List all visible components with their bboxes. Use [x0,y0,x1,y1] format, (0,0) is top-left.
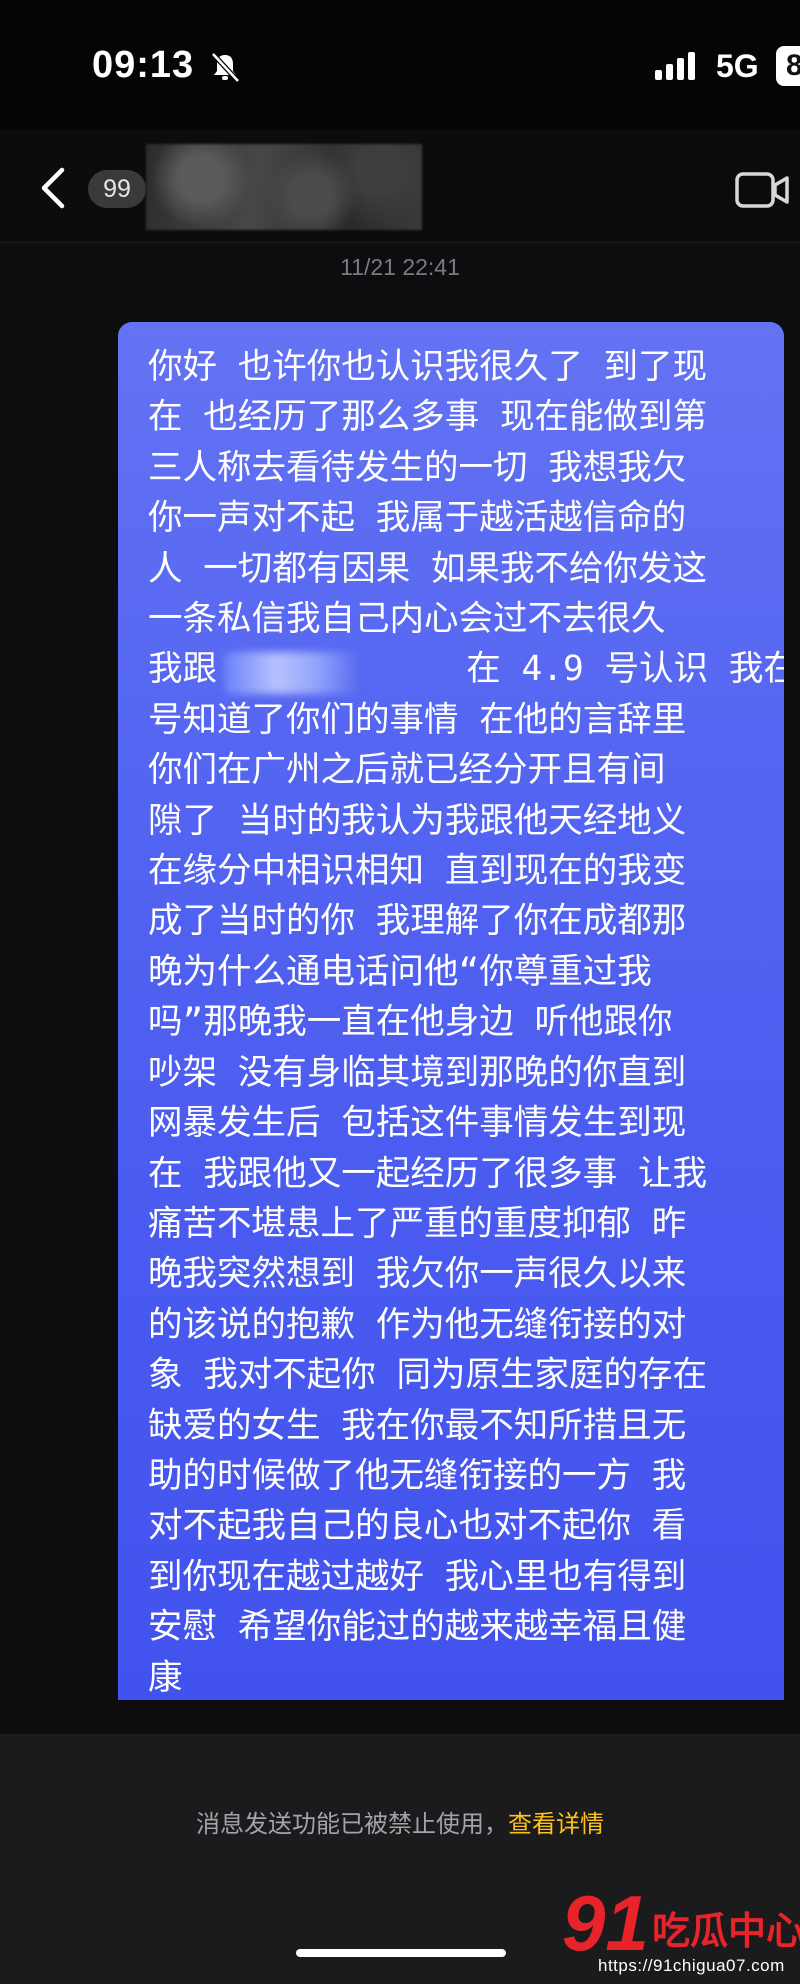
message-text: 你好 也许你也认识我很久了 到了现 在 也经历了那么多事 现在能做到第 三人称去… [148,347,784,1698]
watermark: 91 吃瓜中心 https://91chigua07.com [560,1880,800,1984]
status-time: 09:13 [92,44,195,86]
chat-header: 99 [0,130,800,243]
unread-count-badge[interactable]: 99 [88,170,146,208]
svg-text:吃瓜中心: 吃瓜中心 [652,1909,800,1953]
signal-bars-icon [655,52,695,80]
watermark-url: https://91chigua07.com [598,1956,785,1975]
message-timestamp: 11/21 22:41 [340,254,460,280]
chat-divider [0,1700,800,1734]
status-bar: 09:13 5G 8 [0,0,800,130]
view-details-link[interactable]: 查看详情 [508,1810,604,1838]
video-call-icon[interactable] [734,170,790,210]
home-indicator[interactable] [296,1949,506,1957]
battery-indicator: 8 [776,46,800,86]
network-type: 5G [716,48,759,84]
svg-text:91: 91 [562,1880,649,1967]
redacted-name-blur [224,652,356,694]
messaging-disabled-notice: 消息发送功能已被禁止使用，查看详情 [0,1804,800,1839]
contact-name-redacted[interactable] [146,144,422,230]
notice-text: 消息发送功能已被禁止使用， [196,1810,508,1838]
chat-screen: 09:13 5G 8 99 11/21 22:41 你好 也许你也认识我很久了 … [0,0,800,1984]
back-chevron-icon[interactable] [38,166,68,210]
bell-muted-icon [211,52,240,83]
message-bubble[interactable]: 你好 也许你也认识我很久了 到了现 在 也经历了那么多事 现在能做到第 三人称去… [118,322,784,1700]
